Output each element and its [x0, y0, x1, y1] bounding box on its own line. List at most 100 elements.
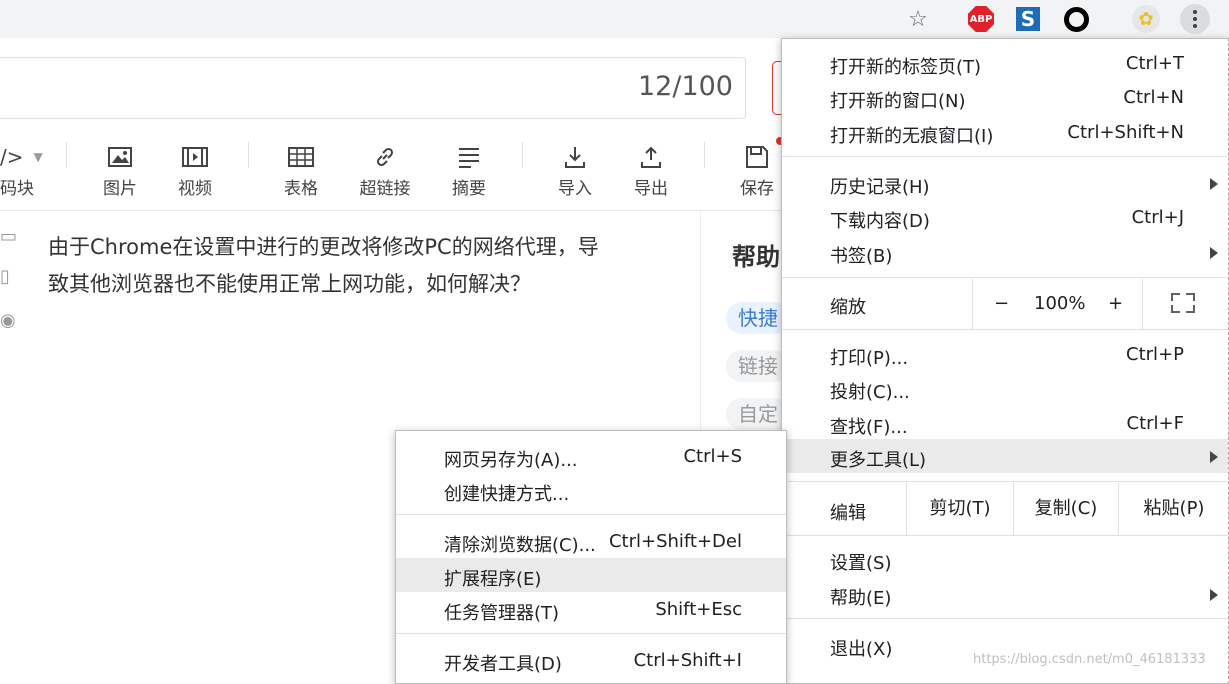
- copy-button[interactable]: 复制(C): [1013, 483, 1118, 535]
- menu-item-help[interactable]: 帮助(E): [782, 577, 1228, 611]
- hyperlink-tool[interactable]: 超链接: [356, 142, 414, 199]
- save-disk-icon: [734, 142, 780, 172]
- menu-zoom-row: 缩放 − 100% +: [782, 279, 1228, 329]
- ring-extension-icon[interactable]: [1061, 4, 1091, 34]
- import-tool-label: 导入: [558, 179, 592, 199]
- summary-icon: [446, 142, 492, 172]
- menu-item-new-tab[interactable]: 打开新的标签页(T) Ctrl+T: [782, 46, 1228, 80]
- zoom-out-button[interactable]: −: [994, 293, 1009, 314]
- menu-item-label: 网页另存为(A)...: [444, 450, 578, 471]
- more-tools-submenu: 网页另存为(A)... Ctrl+S 创建快捷方式... 清除浏览数据(C)..…: [395, 430, 787, 684]
- save-tool-label: 保存: [740, 179, 774, 199]
- menu-item-label: 打开新的标签页(T): [830, 57, 982, 78]
- zoom-level: 100%: [1034, 293, 1086, 314]
- summary-tool[interactable]: 摘要: [446, 142, 492, 199]
- adblock-plus-extension-icon[interactable]: ABP: [966, 4, 996, 34]
- menu-item-label: 下载内容(D): [830, 211, 930, 232]
- chrome-main-menu: 打开新的标签页(T) Ctrl+T 打开新的窗口(N) Ctrl+N 打开新的无…: [781, 38, 1229, 684]
- menu-item-print[interactable]: 打印(P)... Ctrl+P: [782, 337, 1228, 371]
- paste-button[interactable]: 粘贴(P): [1118, 483, 1229, 535]
- cut-button[interactable]: 剪切(T): [906, 483, 1013, 535]
- menu-item-cast[interactable]: 投射(C)...: [782, 371, 1228, 405]
- editor-content[interactable]: 由于Chrome在设置中进行的更改将修改PC的网络代理，导 致其他浏览器也不能使…: [48, 229, 688, 303]
- table-icon: [278, 142, 324, 172]
- menu-divider: [396, 633, 786, 634]
- layout-icon[interactable]: ▯: [0, 266, 10, 287]
- menu-divider: [782, 329, 1228, 330]
- outline-icon[interactable]: ▭: [0, 226, 17, 247]
- s-extension-icon[interactable]: S: [1013, 4, 1043, 34]
- menu-item-more-tools[interactable]: 更多工具(L): [782, 439, 1228, 473]
- image-icon: [97, 142, 143, 172]
- menu-item-shortcut: Ctrl+Shift+Del: [608, 531, 742, 552]
- csdn-watermark: https://blog.csdn.net/m0_46181333: [973, 652, 1206, 667]
- article-title-input[interactable]: 12/100: [0, 57, 746, 119]
- export-tool[interactable]: 导出: [628, 142, 674, 199]
- zoom-in-button[interactable]: +: [1108, 293, 1123, 314]
- menu-divider: [782, 277, 1228, 278]
- menu-divider: [782, 618, 1228, 619]
- profile-avatar[interactable]: ✿: [1131, 4, 1161, 34]
- hyperlink-tool-label: 超链接: [359, 179, 411, 199]
- submenu-item-task-manager[interactable]: 任务管理器(T) Shift+Esc: [396, 592, 786, 626]
- submenu-arrow-icon: [1210, 247, 1218, 259]
- menu-item-shortcut: Ctrl+Shift+I: [633, 650, 742, 671]
- menu-item-find[interactable]: 查找(F)... Ctrl+F: [782, 406, 1228, 440]
- menu-item-label: 书签(B): [830, 246, 893, 267]
- browser-toolbar: ☆ ABP S ✿: [0, 0, 1229, 38]
- submenu-item-extensions[interactable]: 扩展程序(E): [396, 558, 786, 592]
- zoom-divider: [1142, 279, 1143, 329]
- menu-item-shortcut: Ctrl+N: [1123, 87, 1184, 108]
- menu-item-label: 打印(P)...: [830, 348, 909, 369]
- menu-edit-row: 编辑 剪切(T) 复制(C) 粘贴(P): [782, 483, 1228, 535]
- image-tool[interactable]: 图片: [97, 142, 143, 199]
- menu-item-incognito[interactable]: 打开新的无痕窗口(I) Ctrl+Shift+N: [782, 115, 1228, 149]
- menu-item-shortcut: Ctrl+P: [1126, 344, 1184, 365]
- menu-item-history[interactable]: 历史记录(H): [782, 166, 1228, 200]
- toolbar-divider: [522, 142, 523, 168]
- preview-eye-icon[interactable]: ◉: [0, 310, 16, 331]
- menu-item-label: 设置(S): [830, 553, 892, 574]
- help-panel-title: 帮助: [732, 243, 780, 271]
- editor-toolbar: /> ▼ 码块 图片 视频 表格 超链接 摘要 导入 导出 保存: [0, 130, 785, 211]
- menu-item-label: 创建快捷方式...: [444, 484, 570, 505]
- editor-line: 致其他浏览器也不能使用正常上网功能，如何解决？: [48, 272, 531, 296]
- menu-item-label: 打开新的无痕窗口(I): [830, 126, 994, 147]
- image-tool-label: 图片: [103, 179, 137, 199]
- menu-item-shortcut: Ctrl+F: [1126, 413, 1184, 434]
- video-tool[interactable]: 视频: [172, 142, 218, 199]
- menu-item-label: 投射(C)...: [830, 382, 910, 403]
- chrome-menu-button[interactable]: [1180, 4, 1210, 34]
- bookmark-star-icon[interactable]: ☆: [903, 4, 933, 34]
- link-icon: [356, 142, 414, 172]
- submenu-arrow-icon: [1210, 451, 1218, 463]
- menu-item-bookmarks[interactable]: 书签(B): [782, 235, 1228, 269]
- menu-item-shortcut: Ctrl+T: [1125, 53, 1184, 74]
- menu-divider: [782, 156, 1228, 157]
- import-icon: [552, 142, 598, 172]
- menu-item-shortcut: Shift+Esc: [655, 599, 742, 620]
- code-block-tool[interactable]: /> ▼ 码块: [0, 142, 45, 199]
- kebab-menu-icon: [1193, 10, 1197, 28]
- menu-item-downloads[interactable]: 下载内容(D) Ctrl+J: [782, 200, 1228, 234]
- submenu-item-create-shortcut[interactable]: 创建快捷方式...: [396, 473, 786, 507]
- toolbar-divider: [66, 142, 67, 168]
- menu-item-label: 任务管理器(T): [444, 603, 560, 624]
- menu-item-settings[interactable]: 设置(S): [782, 542, 1228, 576]
- menu-item-shortcut: Ctrl+J: [1131, 207, 1184, 228]
- submenu-item-devtools[interactable]: 开发者工具(D) Ctrl+Shift+I: [396, 643, 786, 677]
- menu-item-label: 扩展程序(E): [444, 569, 542, 590]
- editor-line: 由于Chrome在设置中进行的更改将修改PC的网络代理，导: [48, 235, 599, 259]
- fullscreen-icon[interactable]: [1171, 293, 1195, 313]
- menu-item-label: 历史记录(H): [830, 177, 930, 198]
- import-tool[interactable]: 导入: [552, 142, 598, 199]
- submenu-item-save-as[interactable]: 网页另存为(A)... Ctrl+S: [396, 439, 786, 473]
- submenu-item-clear-data[interactable]: 清除浏览数据(C)... Ctrl+Shift+Del: [396, 524, 786, 558]
- menu-item-label: 帮助(E): [830, 588, 892, 609]
- toolbar-divider: [704, 142, 705, 168]
- menu-item-shortcut: Ctrl+S: [683, 446, 742, 467]
- menu-item-new-window[interactable]: 打开新的窗口(N) Ctrl+N: [782, 80, 1228, 114]
- menu-divider: [782, 481, 1228, 482]
- save-tool[interactable]: 保存: [734, 142, 780, 199]
- table-tool[interactable]: 表格: [278, 142, 324, 199]
